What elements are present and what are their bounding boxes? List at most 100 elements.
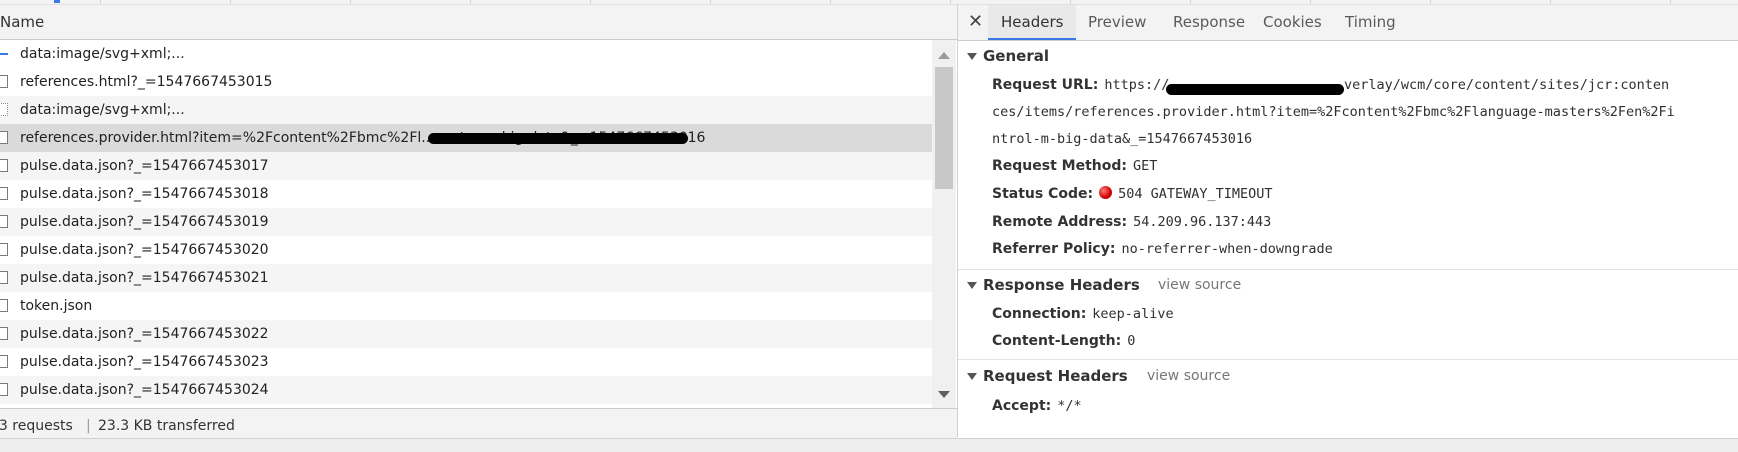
header-key: Content-Length:	[992, 333, 1122, 349]
file-type-icon	[0, 355, 8, 368]
list-item-selected[interactable]: references.provider.html?item=%2Fcontent…	[0, 124, 932, 152]
timeline-tick	[1070, 0, 1071, 4]
accept-row: Accept: */*	[992, 395, 1082, 417]
scroll-up-arrow-icon[interactable]	[938, 52, 950, 59]
file-type-icon	[0, 215, 8, 228]
header-key: Request URL:	[992, 77, 1099, 93]
list-item[interactable]: pulse.data.json?_=1547667453020	[0, 236, 932, 264]
list-item[interactable]: pulse.data.json?_=1547667453022	[0, 320, 932, 348]
header-key: Request Method:	[992, 158, 1127, 174]
header-value: https://	[1104, 77, 1170, 93]
tab-cookies[interactable]: Cookies	[1263, 5, 1322, 40]
tab-response[interactable]: Response	[1173, 5, 1245, 40]
view-source-link[interactable]: view source	[1158, 273, 1241, 297]
file-type-icon	[0, 243, 8, 256]
header-value-continued: ntrol-m-big-data&_=1547667453016	[992, 131, 1253, 147]
timeline-tick	[950, 0, 951, 4]
section-title: Request Headers	[983, 367, 1128, 385]
tab-preview[interactable]: Preview	[1088, 5, 1146, 40]
status-code-row: Status Code: 504 GATEWAY_TIMEOUT	[992, 183, 1273, 205]
expand-triangle-icon	[967, 373, 977, 380]
timeline-tick	[470, 0, 471, 4]
timeline-tick	[230, 0, 231, 4]
header-value: GET	[1132, 158, 1158, 174]
file-type-icon	[0, 75, 8, 88]
expand-triangle-icon	[967, 53, 977, 60]
section-title: Response Headers	[983, 276, 1140, 294]
header-key: Remote Address:	[992, 214, 1128, 230]
header-value-continued: ces/items/references.provider.html?item=…	[992, 104, 1675, 120]
detail-tab-bar: ✕ Headers Preview Response Cookies Timin…	[958, 5, 1738, 41]
request-name: pulse.data.json?_=1547667453019	[20, 214, 269, 230]
header-value: keep-alive	[1092, 306, 1174, 322]
name-column-header[interactable]: Name	[0, 5, 957, 40]
header-value-continued: verlay/wcm/core/content/sites/jcr:conten	[1344, 77, 1670, 93]
request-name: data:image/svg+xml;...	[20, 102, 185, 118]
general-section-toggle[interactable]: General	[958, 44, 1049, 68]
redaction-mark	[1166, 84, 1344, 95]
header-value: no-referrer-when-downgrade	[1121, 241, 1333, 257]
file-type-icon	[0, 299, 8, 312]
request-name: references.html?_=1547667453015	[20, 74, 273, 90]
request-name: pulse.data.json?_=1547667453021	[20, 270, 269, 286]
section-divider	[958, 359, 1738, 360]
status-error-dot-icon	[1099, 186, 1113, 199]
header-value: 504 GATEWAY_TIMEOUT	[1118, 186, 1273, 202]
timeline-marker	[54, 0, 60, 3]
timeline-tick	[350, 0, 351, 4]
timeline-tick	[1190, 0, 1191, 4]
tab-headers[interactable]: Headers	[988, 5, 1077, 40]
list-item[interactable]: pulse.data.json?_=1547667453024	[0, 376, 932, 404]
list-item[interactable]: pulse.data.json?_=1547667453021	[0, 264, 932, 292]
file-type-icon	[0, 271, 8, 284]
list-item[interactable]: data:image/svg+xml;...	[0, 40, 932, 68]
list-item[interactable]: data:image/svg+xml;...	[0, 96, 932, 124]
file-type-icon	[0, 159, 8, 172]
request-name: pulse.data.json?_=1547667453017	[20, 158, 269, 174]
header-key: Referrer Policy:	[992, 241, 1116, 257]
request-list: data:image/svg+xml;... references.html?_…	[0, 40, 932, 408]
request-url-row: Request URL: https://	[992, 74, 1169, 96]
request-list-scrollbar[interactable]	[932, 40, 956, 408]
connection-row: Connection: keep-alive	[992, 303, 1174, 325]
header-value: */*	[1057, 398, 1082, 414]
timeline-tick	[710, 0, 711, 4]
response-headers-section-toggle[interactable]: Response Headers	[958, 273, 1140, 297]
request-name: pulse.data.json?_=1547667453024	[20, 382, 269, 398]
file-type-icon	[0, 327, 8, 340]
section-divider	[958, 269, 1738, 270]
timeline-tick	[1550, 0, 1551, 4]
request-method-row: Request Method: GET	[992, 155, 1157, 177]
list-item[interactable]: pulse.data.json?_=1547667453018	[0, 180, 932, 208]
scroll-down-arrow-icon[interactable]	[938, 391, 950, 398]
section-title: General	[983, 47, 1049, 65]
list-item[interactable]: pulse.data.json?_=1547667453023	[0, 348, 932, 376]
view-source-link[interactable]: view source	[1147, 364, 1230, 388]
timeline-tick	[590, 0, 591, 4]
request-name: pulse.data.json?_=1547667453020	[20, 242, 269, 258]
header-key: Status Code:	[992, 186, 1094, 202]
header-key: Accept:	[992, 398, 1052, 414]
request-headers-section-toggle[interactable]: Request Headers	[958, 364, 1128, 388]
name-column-label: Name	[0, 13, 45, 31]
scrollbar-thumb[interactable]	[935, 67, 953, 189]
timeline-tick	[1310, 0, 1311, 4]
request-list-panel: Name data:image/svg+xml;... references.h…	[0, 5, 957, 443]
headers-view: General Request URL: https:// verlay/wcm/…	[958, 41, 1738, 437]
tab-timing[interactable]: Timing	[1345, 5, 1396, 40]
list-item[interactable]: token.json	[0, 292, 932, 320]
list-item[interactable]: pulse.data.json?_=1547667453019	[0, 208, 932, 236]
content-length-row: Content-Length: 0	[992, 330, 1135, 352]
header-value: 0	[1127, 333, 1136, 349]
redaction-mark	[428, 133, 688, 144]
file-type-icon	[0, 187, 8, 200]
list-item[interactable]: references.html?_=1547667453015	[0, 68, 932, 96]
close-icon[interactable]: ✕	[968, 11, 983, 33]
timeline-tick	[830, 0, 831, 4]
file-type-icon	[0, 131, 8, 144]
referrer-policy-row: Referrer Policy: no-referrer-when-downgra…	[992, 238, 1333, 260]
timeline-tick	[1670, 0, 1671, 4]
file-type-icon	[0, 47, 8, 60]
list-item[interactable]: pulse.data.json?_=1547667453017	[0, 152, 932, 180]
request-name: token.json	[20, 298, 93, 314]
